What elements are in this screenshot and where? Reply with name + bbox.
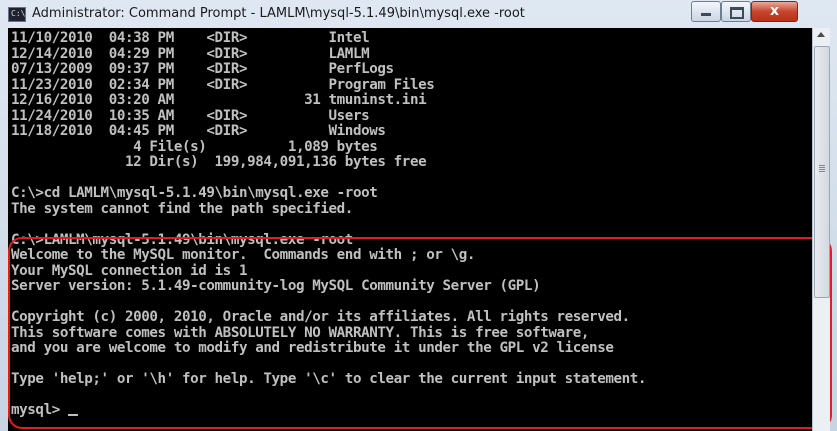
console-line: and you are welcome to modify and redist… xyxy=(11,340,614,356)
console-line: Copyright (c) 2000, 2010, Oracle and/or … xyxy=(11,309,630,325)
mysql-prompt-line[interactable]: mysql> xyxy=(11,402,812,419)
cmd-app-icon[interactable]: C:\ xyxy=(8,7,26,22)
console-line: 12/16/2010 03:20 AM 31 tmuninst.ini xyxy=(11,92,427,108)
console-line: C:\>cd LAMLM\mysql-5.1.49\bin\mysql.exe … xyxy=(11,185,378,201)
console-line: 11/18/2010 04:45 PM <DIR> Windows xyxy=(11,123,386,139)
console-line: Type 'help;' or '\h' for help. Type '\c'… xyxy=(11,371,647,387)
close-icon: x xyxy=(769,3,780,19)
console-line: Welcome to the MySQL monitor. Commands e… xyxy=(11,247,476,263)
vertical-scrollbar[interactable] xyxy=(812,28,830,431)
console-line: 11/10/2010 04:38 PM <DIR> Intel xyxy=(11,30,370,46)
console-line: C:\>LAMLM\mysql-5.1.49\bin\mysql.exe -ro… xyxy=(11,231,353,248)
console-line: 11/24/2010 10:35 AM <DIR> Users xyxy=(11,107,370,124)
title-bar[interactable]: C:\ Administrator: Command Prompt - LAML… xyxy=(0,0,837,28)
console-line: 07/13/2009 09:37 PM <DIR> PerfLogs xyxy=(11,61,394,77)
console-line: Your MySQL connection id is 1 xyxy=(11,262,248,279)
mysql-prompt: mysql> xyxy=(11,402,68,418)
console-text: 11/10/2010 04:38 PM <DIR> Intel 12/14/201… xyxy=(8,28,812,419)
minimize-icon xyxy=(701,13,711,16)
scroll-up-button[interactable] xyxy=(813,28,830,45)
grip-icon xyxy=(819,165,825,166)
console-line: 12/14/2010 04:29 PM <DIR> LAMLM xyxy=(11,45,370,62)
maximize-icon xyxy=(730,7,744,19)
console-line: Server version: 5.1.49-community-log MyS… xyxy=(11,278,541,294)
close-button[interactable]: x xyxy=(751,1,798,22)
console-line: The system cannot find the path specifie… xyxy=(11,200,353,217)
command-prompt-window: C:\ Administrator: Command Prompt - LAML… xyxy=(0,0,837,431)
arrow-up-icon xyxy=(817,32,825,37)
console-line: 4 File(s) 1,089 bytes xyxy=(11,138,378,155)
window-title: Administrator: Command Prompt - LAMLM\my… xyxy=(32,6,525,21)
console-output[interactable]: 11/10/2010 04:38 PM <DIR> Intel 12/14/201… xyxy=(8,28,812,431)
minimize-button[interactable] xyxy=(691,1,721,22)
maximize-button[interactable] xyxy=(721,1,751,22)
console-line: 11/23/2010 02:34 PM <DIR> Program Files xyxy=(11,76,435,93)
cmd-icon-label: C:\ xyxy=(11,9,26,18)
scroll-thumb[interactable] xyxy=(814,46,830,298)
text-cursor xyxy=(68,414,78,416)
console-line: This software comes with ABSOLUTELY NO W… xyxy=(11,324,590,341)
console-line: 12 Dir(s) 199,984,091,136 bytes free xyxy=(11,154,427,170)
